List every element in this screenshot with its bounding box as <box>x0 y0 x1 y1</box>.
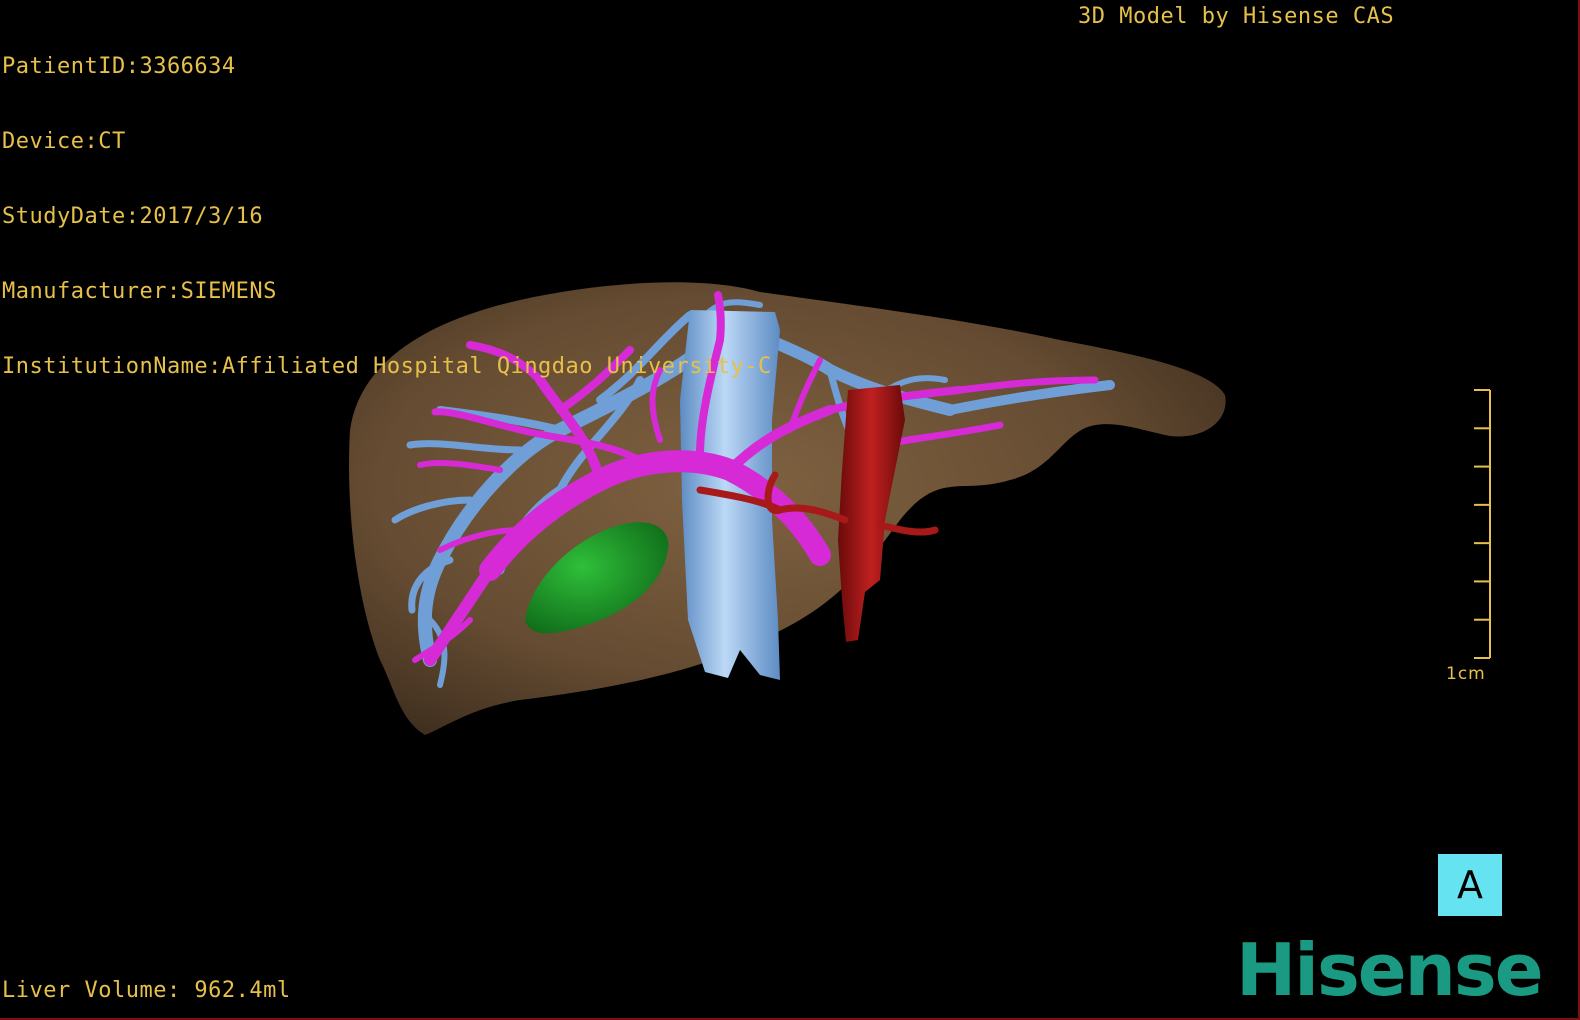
3d-viewport[interactable]: PatientID:3366634 Device:CT StudyDate:20… <box>0 0 1580 1020</box>
model-credit-label: 3D Model by Hisense CAS <box>1078 4 1395 29</box>
patient-id-label: PatientID:3366634 <box>2 54 236 79</box>
orientation-letter: A <box>1457 863 1483 907</box>
manufacturer-label: Manufacturer:SIEMENS <box>2 279 277 304</box>
scale-bar-label: 1cm <box>1446 664 1486 684</box>
institution-label: InstitutionName:Affiliated Hospital Qing… <box>2 354 772 379</box>
patient-info-block: PatientID:3366634 Device:CT StudyDate:20… <box>2 4 772 429</box>
device-label: Device:CT <box>2 129 126 154</box>
liver-volume-label: Liver Volume: 962.4ml <box>2 978 291 1003</box>
study-date-label: StudyDate:2017/3/16 <box>2 204 264 229</box>
orientation-badge[interactable]: A <box>1438 854 1502 916</box>
hisense-logo: Hisense <box>1236 928 1544 1012</box>
scale-bar <box>1474 389 1491 659</box>
